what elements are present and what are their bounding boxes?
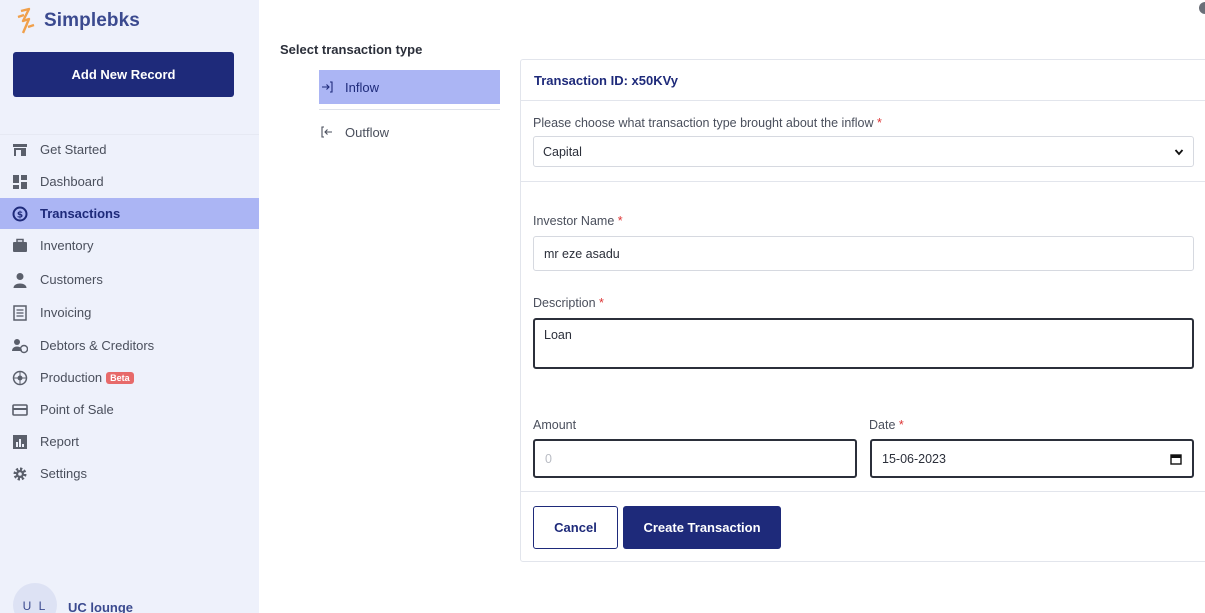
- dashboard-icon: [12, 174, 28, 190]
- required-mark: *: [898, 418, 904, 432]
- create-transaction-button[interactable]: Create Transaction: [623, 506, 781, 549]
- calendar-icon[interactable]: [1170, 453, 1182, 465]
- sidebar-item-customers[interactable]: Customers: [0, 264, 259, 295]
- gear-icon: [12, 466, 28, 482]
- sidebar-item-invoicing[interactable]: Invoicing: [0, 297, 259, 328]
- investor-name-label: Investor Name *: [533, 214, 623, 228]
- sidebar-item-inventory[interactable]: Inventory: [0, 230, 259, 261]
- chevron-down-icon: [1174, 148, 1184, 155]
- sidebar-item-report[interactable]: Report: [0, 426, 259, 457]
- logo-icon: [17, 7, 35, 34]
- logout-arrow-icon: [321, 126, 332, 138]
- currency-exchange-icon: $: [12, 206, 28, 222]
- investor-name-input[interactable]: mr eze asadu: [533, 236, 1194, 271]
- investor-label-text: Investor Name: [533, 214, 615, 228]
- type-inflow[interactable]: Inflow: [319, 70, 500, 104]
- type-label: Inflow: [345, 79, 379, 95]
- sidebar-item-label: Transactions: [40, 206, 121, 221]
- sidebar-item-settings[interactable]: Settings: [0, 458, 259, 489]
- login-arrow-icon: [322, 81, 333, 93]
- transaction-type-section: Please choose what transaction type brou…: [521, 101, 1205, 182]
- sidebar-item-get-started[interactable]: Get Started: [0, 134, 259, 165]
- type-outflow[interactable]: Outflow: [319, 115, 500, 149]
- factory-icon: [12, 370, 28, 386]
- sidebar-item-production[interactable]: Production Beta: [0, 362, 259, 393]
- sidebar-item-label: Inventory: [40, 238, 94, 253]
- description-value: Loan: [544, 328, 572, 342]
- add-new-record-button[interactable]: Add New Record: [13, 52, 234, 97]
- transaction-type-list: Inflow Outflow: [319, 70, 500, 149]
- amount-label: Amount: [533, 418, 577, 432]
- card-icon: [12, 402, 28, 418]
- amount-placeholder: 0: [545, 451, 552, 466]
- date-value: 15-06-2023: [882, 451, 946, 466]
- sidebar-nav: Get Started Dashboard $ Transactions Inv…: [0, 134, 259, 574]
- investor-name-value: mr eze asadu: [544, 246, 620, 261]
- transaction-form-panel: Transaction ID: x50KVy Please choose wha…: [520, 59, 1205, 562]
- divider: [319, 109, 500, 110]
- briefcase-icon: [12, 238, 28, 254]
- required-mark: *: [599, 296, 604, 310]
- sidebar-item-label: Settings: [40, 466, 87, 481]
- section-title: Select transaction type: [280, 42, 423, 57]
- beta-badge: Beta: [106, 371, 134, 384]
- sidebar-item-label: Get Started: [40, 142, 107, 157]
- amount-input[interactable]: 0: [533, 439, 857, 478]
- user-profile[interactable]: U L UC lounge: [0, 574, 259, 613]
- select-value: Capital: [543, 144, 582, 159]
- sidebar-item-label: Debtors & Creditors: [40, 338, 155, 353]
- bar-chart-icon: [12, 434, 28, 450]
- sidebar-item-label: Customers: [40, 272, 103, 287]
- type-question-text: Please choose what transaction type brou…: [533, 116, 874, 130]
- date-input[interactable]: 15-06-2023: [870, 439, 1194, 478]
- sidebar-item-point-of-sale[interactable]: Point of Sale: [0, 394, 259, 425]
- sidebar-item-transactions[interactable]: $ Transactions: [0, 198, 259, 229]
- user-name: UC lounge: [68, 600, 133, 613]
- sidebar-item-debtors-creditors[interactable]: Debtors & Creditors: [0, 330, 259, 361]
- required-mark: *: [617, 214, 623, 228]
- receipt-icon: [12, 304, 28, 321]
- transaction-id: Transaction ID: x50KVy: [521, 60, 1205, 101]
- form-fields: Investor Name * mr eze asadu Description…: [521, 182, 1205, 492]
- required-mark: *: [876, 116, 882, 130]
- date-label: Date *: [869, 418, 904, 432]
- type-label: Outflow: [345, 124, 390, 140]
- transaction-type-select[interactable]: Capital: [533, 136, 1194, 167]
- sidebar-item-label: Production: [40, 370, 103, 385]
- person-icon: [12, 272, 28, 288]
- people-money-icon: [12, 338, 28, 354]
- description-label-text: Description: [533, 296, 596, 310]
- avatar: U L: [13, 583, 57, 613]
- sidebar-item-dashboard[interactable]: Dashboard: [0, 166, 259, 197]
- description-textarea[interactable]: Loan: [533, 318, 1194, 369]
- type-question-label: Please choose what transaction type brou…: [533, 116, 1197, 130]
- svg-text:$: $: [17, 210, 23, 220]
- brand-logo[interactable]: Simplebks: [14, 7, 140, 35]
- date-label-text: Date: [869, 418, 896, 432]
- sidebar-item-label: Dashboard: [40, 174, 104, 189]
- sidebar-item-label: Report: [40, 434, 80, 449]
- sidebar-item-label: Point of Sale: [40, 402, 114, 417]
- sidebar: Simplebks Add New Record Get Started Das…: [0, 0, 259, 613]
- sidebar-item-label: Invoicing: [40, 305, 92, 320]
- description-label: Description *: [533, 296, 604, 310]
- corner-indicator: [1199, 2, 1205, 14]
- storefront-icon: [12, 142, 28, 158]
- brand-name: Simplebks: [44, 10, 140, 31]
- cancel-button[interactable]: Cancel: [533, 506, 618, 549]
